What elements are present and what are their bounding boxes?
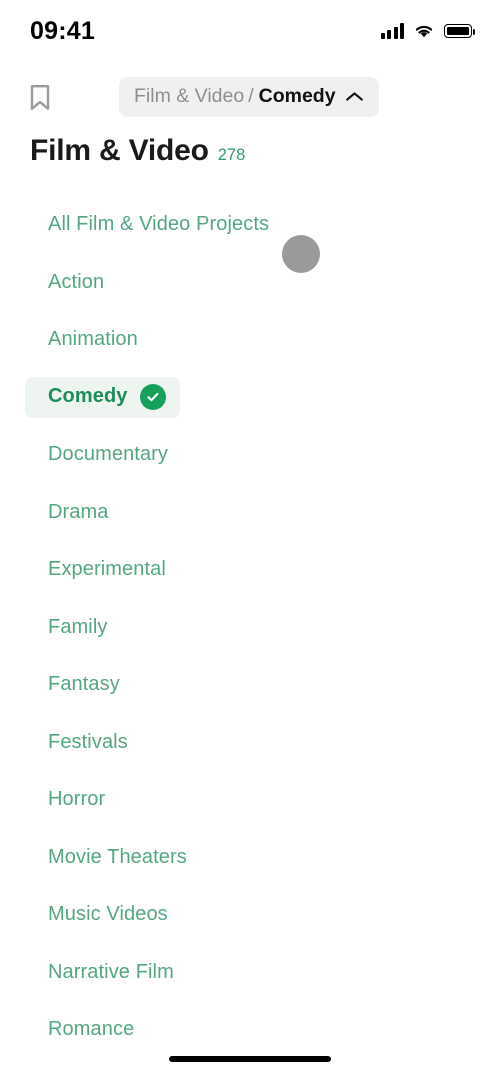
nav-bar: Film & Video / Comedy [0, 76, 500, 118]
category-label: Comedy [48, 385, 128, 408]
touch-cursor-indicator [282, 235, 320, 273]
breadcrumb-parent[interactable]: Film & Video [134, 85, 244, 108]
category-item-action[interactable]: Action [0, 254, 500, 312]
category-item-documentary[interactable]: Documentary [0, 426, 500, 484]
category-label: Movie Theaters [48, 845, 187, 868]
category-label: All Film & Video Projects [48, 213, 270, 236]
phone-screen: 09:41 Film & Video / Comedy Film & Video… [0, 0, 500, 1080]
category-item-family[interactable]: Family [0, 599, 500, 657]
category-label: Action [48, 270, 105, 293]
category-list: All Film & Video Projects Action Animation… [0, 196, 500, 1059]
category-item-romance[interactable]: Romance [0, 1001, 500, 1059]
home-indicator[interactable] [169, 1056, 331, 1062]
category-label: Animation [48, 328, 138, 351]
category-item-all-film-video-projects[interactable]: All Film & Video Projects [0, 196, 500, 254]
battery-full-icon [444, 24, 475, 38]
category-label: Music Videos [48, 903, 168, 926]
page-count-badge: 278 [217, 146, 246, 164]
cellular-signal-icon [380, 23, 404, 39]
category-item-fantasy[interactable]: Fantasy [0, 656, 500, 714]
category-label: Experimental [48, 558, 166, 581]
category-label: Documentary [48, 443, 169, 466]
wifi-icon [415, 25, 433, 38]
category-label: Family [48, 615, 108, 638]
category-item-comedy[interactable]: Comedy [0, 369, 500, 427]
breadcrumb-current: Comedy [258, 85, 336, 107]
category-item-drama[interactable]: Drama [0, 484, 500, 542]
category-item-movie-theaters[interactable]: Movie Theaters [0, 829, 500, 887]
selected-category-pill: Comedy [25, 376, 180, 418]
bookmark-button[interactable] [18, 76, 62, 118]
category-item-animation[interactable]: Animation [0, 311, 500, 369]
category-item-narrative-film[interactable]: Narrative Film [0, 944, 500, 1002]
category-label: Horror [48, 788, 106, 811]
category-label: Festivals [48, 730, 128, 753]
category-label: Narrative Film [48, 960, 174, 983]
bookmark-icon [30, 84, 50, 110]
chevron-up-icon[interactable] [345, 91, 364, 103]
status-icons [380, 23, 475, 39]
status-time: 09:41 [30, 16, 95, 45]
category-item-horror[interactable]: Horror [0, 771, 500, 829]
category-item-experimental[interactable]: Experimental [0, 541, 500, 599]
breadcrumb-separator: / [248, 85, 254, 107]
category-label: Romance [48, 1018, 135, 1041]
check-circle-icon [139, 383, 166, 410]
category-item-festivals[interactable]: Festivals [0, 714, 500, 772]
breadcrumb[interactable]: Film & Video / Comedy [119, 77, 379, 117]
status-bar: 09:41 [0, 0, 500, 62]
category-item-music-videos[interactable]: Music Videos [0, 886, 500, 944]
page-title-row: Film & Video 278 [30, 134, 245, 168]
category-label: Drama [48, 500, 109, 523]
page-title: Film & Video [30, 134, 209, 167]
category-label: Fantasy [48, 673, 120, 696]
